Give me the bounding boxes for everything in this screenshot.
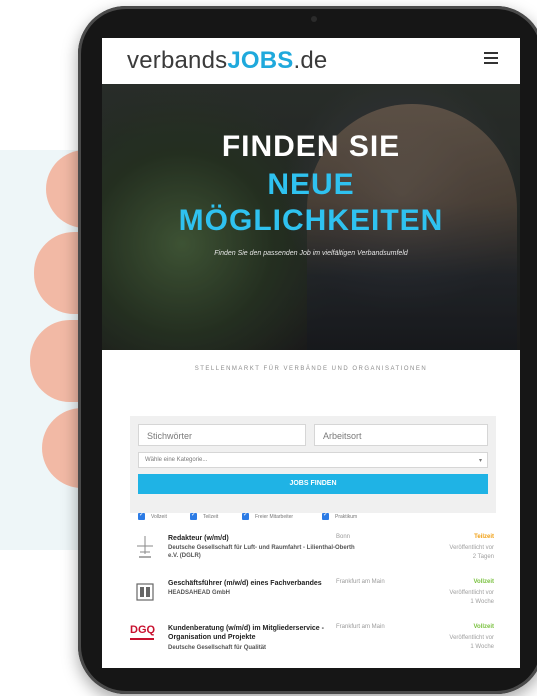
navbar: verbandsJOBS.de bbox=[102, 38, 520, 84]
job-type-badge: Vollzeit bbox=[473, 624, 494, 630]
job-listing[interactable]: DGQ Kundenberatung (w/m/d) im Mitglieder… bbox=[130, 624, 496, 668]
hero-title-line1: FINDEN SIE bbox=[221, 130, 401, 163]
filter-label: Vollzeit bbox=[151, 513, 167, 520]
job-location: Frankfurt am Main bbox=[336, 579, 385, 585]
job-listing[interactable]: Redakteur (w/m/d) Deutsche Gesellschaft … bbox=[130, 534, 496, 582]
checkbox-checked-icon[interactable] bbox=[138, 511, 145, 520]
filter-freier-mitarbeiter[interactable]: Freier Mitarbeiter bbox=[242, 511, 294, 523]
hero-title-line3: MÖGLICHKEITEN bbox=[178, 204, 444, 237]
dgq-logo-text: DGQ bbox=[130, 624, 156, 636]
job-listing[interactable]: Geschäftsführer (m/w/d) eines Fachverban… bbox=[130, 579, 496, 627]
job-published-label: Veröffentlicht vor bbox=[449, 635, 494, 641]
logo-accent: JOBS bbox=[227, 47, 294, 74]
filter-label: Freier Mitarbeiter bbox=[255, 513, 294, 520]
search-panel: Stichwörter Arbeitsort Wähle eine Katego… bbox=[130, 416, 496, 513]
job-location: Frankfurt am Main bbox=[336, 624, 385, 630]
job-published: Veröffentlicht vor 1 Woche bbox=[414, 589, 494, 607]
category-select-label: Wähle eine Kategorie... bbox=[145, 457, 208, 463]
job-location: Bonn bbox=[336, 534, 351, 540]
job-published: Veröffentlicht vor 1 Woche bbox=[414, 634, 494, 652]
job-company: Deutsche Gesellschaft für Qualität bbox=[168, 645, 267, 651]
chevron-down-icon: ▾ bbox=[478, 458, 482, 464]
hero-subtitle: Finden Sie den passenden Job im vielfält… bbox=[214, 250, 408, 257]
job-company: Deutsche Gesellschaft für Luft- und Raum… bbox=[168, 545, 355, 559]
filter-praktikum[interactable]: Praktikum bbox=[322, 511, 358, 523]
job-published-label: Veröffentlicht vor bbox=[449, 590, 494, 596]
logo-text: verbands bbox=[127, 47, 228, 74]
job-title[interactable]: Redakteur (w/m/d) bbox=[168, 534, 358, 543]
job-title[interactable]: Kundenberatung (w/m/d) im Mitgliederserv… bbox=[168, 624, 358, 642]
job-published: Veröffentlicht vor 2 Tagen bbox=[414, 544, 494, 562]
location-input[interactable]: Arbeitsort bbox=[314, 424, 488, 446]
tablet-camera bbox=[311, 16, 317, 22]
site-logo[interactable]: verbandsJOBS.de bbox=[127, 47, 327, 75]
filter-teilzeit[interactable]: Teilzeit bbox=[190, 511, 219, 523]
logo-suffix: .de bbox=[293, 47, 328, 74]
job-type-badge: Vollzeit bbox=[473, 579, 494, 585]
checkbox-checked-icon[interactable] bbox=[190, 511, 197, 520]
job-published-ago: 1 Woche bbox=[470, 644, 494, 650]
search-jobs-button[interactable]: JOBS FINDEN bbox=[138, 474, 488, 494]
dglr-logo-icon bbox=[130, 534, 160, 564]
checkbox-checked-icon[interactable] bbox=[322, 511, 329, 520]
job-published-ago: 1 Woche bbox=[470, 599, 494, 605]
hamburger-menu-icon[interactable] bbox=[484, 52, 498, 64]
dgq-logo-icon: DGQ bbox=[130, 624, 160, 654]
hero-banner: FINDEN SIE NEUE MÖGLICHKEITEN Finden Sie… bbox=[102, 84, 520, 350]
job-published-label: Veröffentlicht vor bbox=[449, 545, 494, 551]
hero-title-line2: NEUE bbox=[267, 168, 355, 201]
tablet-screen: verbandsJOBS.de FINDEN SIE NEUE MÖGLICHK… bbox=[102, 38, 520, 668]
job-type-badge: Teilzeit bbox=[474, 534, 494, 540]
filter-label: Teilzeit bbox=[203, 513, 219, 520]
filter-vollzeit[interactable]: Vollzeit bbox=[138, 511, 167, 523]
job-published-ago: 2 Tagen bbox=[472, 554, 494, 560]
keywords-input[interactable]: Stichwörter bbox=[138, 424, 306, 446]
headsahead-logo-icon bbox=[130, 579, 160, 609]
checkbox-checked-icon[interactable] bbox=[242, 511, 249, 520]
job-type-filters: Vollzeit Teilzeit Freier Mitarbeiter Pra… bbox=[138, 511, 498, 525]
job-company: HEADSAHEAD GmbH bbox=[168, 590, 231, 596]
job-title[interactable]: Geschäftsführer (m/w/d) eines Fachverban… bbox=[168, 579, 358, 588]
filter-label: Praktikum bbox=[335, 513, 358, 520]
dgq-logo-underline bbox=[130, 638, 154, 640]
tagline: STELLENMARKT FÜR VERBÄNDE UND ORGANISATI… bbox=[194, 366, 428, 372]
category-select[interactable]: Wähle eine Kategorie... ▾ bbox=[138, 452, 488, 468]
